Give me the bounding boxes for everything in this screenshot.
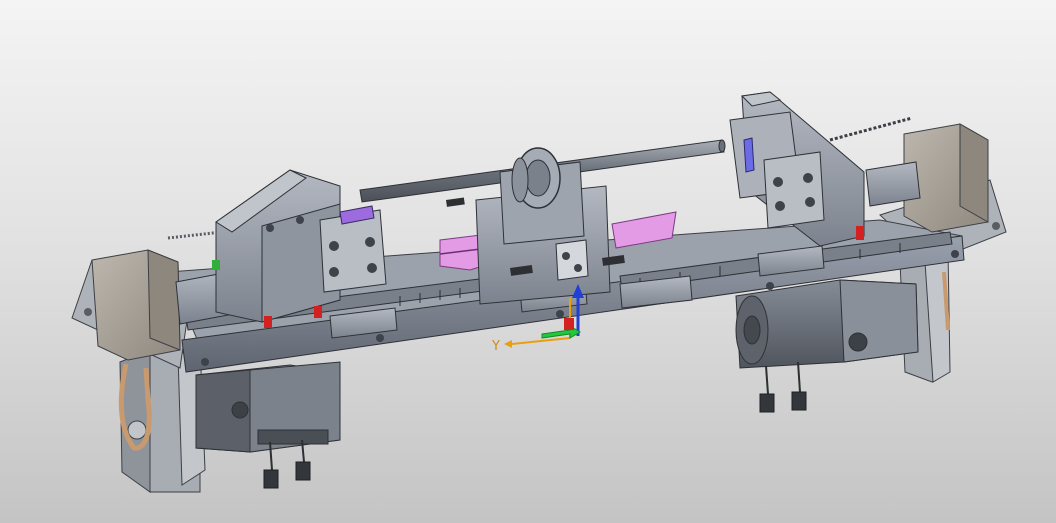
triad-y-axis: [511, 337, 571, 345]
center-chuck-pulley[interactable]: [511, 147, 561, 209]
right-side-markers: [856, 226, 864, 240]
cad-3d-viewport[interactable]: Y: [0, 0, 1056, 523]
drill-bit-right: [829, 116, 913, 142]
triad-green-arrow: [541, 325, 581, 339]
center-lock-block[interactable]: [555, 239, 589, 281]
left-motor-cover-box[interactable]: [91, 249, 181, 361]
left-clamp-vise[interactable]: [319, 205, 387, 293]
left-servo-motor[interactable]: [195, 361, 341, 453]
right-servo-motor[interactable]: [735, 279, 919, 369]
right-bearing-housing[interactable]: [865, 161, 921, 207]
right-motor-connector-cables: [759, 361, 807, 413]
cad-model-render[interactable]: Y: [0, 0, 1056, 523]
triad-y-label: Y: [491, 339, 500, 354]
